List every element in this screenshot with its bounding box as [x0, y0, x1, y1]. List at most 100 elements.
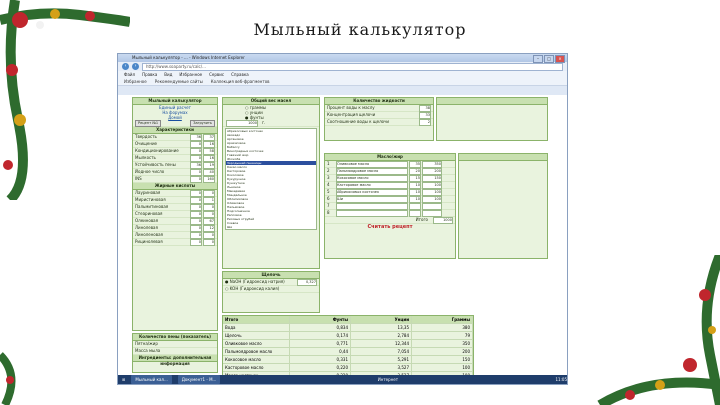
fatty-acid-row-label: Пальмитиновая: [135, 204, 169, 209]
oil-row-name[interactable]: Касторовое масло: [336, 181, 408, 189]
fatty-acid-row-value[interactable]: 0: [190, 224, 202, 232]
characteristic-row-value: 16: [203, 154, 215, 162]
oil-row-percent[interactable]: 15: [409, 174, 421, 182]
fatty-acid-row-value[interactable]: 0: [190, 217, 202, 225]
oil-row-percent[interactable]: [409, 209, 421, 217]
results-row: Оливковое масло 0,771 12,344 350: [223, 340, 473, 348]
water-row-value[interactable]: 2: [419, 118, 431, 126]
oil-row-percent[interactable]: 10: [409, 181, 421, 189]
calculate-recipe-link[interactable]: Считать рецепт: [325, 224, 455, 230]
task-document[interactable]: Документ1 - М...: [177, 375, 221, 384]
oil-row-name[interactable]: Ши: [336, 195, 408, 203]
results-cell: 150: [412, 356, 473, 363]
fatty-acid-row-value[interactable]: 0: [190, 203, 202, 211]
oil-row-name[interactable]: Кокосовое масло: [336, 174, 408, 182]
oil-row-percent[interactable]: 10: [409, 188, 421, 196]
water-row: Концентрация щелочи 33: [325, 111, 433, 119]
oil-row-grams: [422, 202, 442, 210]
bookmark-favorites[interactable]: Избранное: [124, 78, 147, 85]
lye-koh-row[interactable]: ○ KOH (Гидроксид калия): [223, 286, 319, 293]
internet-zone-label: Интернет: [377, 377, 399, 382]
characteristic-row-value[interactable]: 36: [190, 161, 202, 169]
menu-item-tools[interactable]: Сервис: [209, 71, 224, 78]
lye-panel: Щелочь ● NaOH (Гидроксид натрия) 0,327 ○ …: [222, 271, 320, 313]
oil-list-item[interactable]: Ши: [226, 225, 316, 229]
results-row: Пальмоядровое масло 0,44 7,054 200: [223, 348, 473, 356]
start-button[interactable]: ⊞: [122, 375, 125, 384]
christmas-garland-left-decoration: [0, 0, 130, 200]
characteristic-row-value[interactable]: 36: [190, 133, 202, 141]
fatty-acid-row-value[interactable]: 0: [190, 210, 202, 218]
foam-title: Количество пены (показатель): [133, 334, 217, 341]
menu-item-help[interactable]: Справка: [231, 71, 249, 78]
results-row: Кокосовое масло 0,331 5,291 150: [223, 356, 473, 364]
fatty-acid-row-value[interactable]: 0: [190, 238, 202, 246]
fatty-acid-row-value[interactable]: 0: [190, 196, 202, 204]
characteristic-row-value[interactable]: 0: [190, 154, 202, 162]
bookmark-suggested[interactable]: Рекомендуемые сайты: [155, 78, 203, 85]
oil-row-name[interactable]: [336, 209, 408, 217]
back-icon[interactable]: ‹: [122, 63, 129, 70]
water-row-value[interactable]: 33: [419, 111, 431, 119]
bookmark-webslices[interactable]: Коллекция веб-фрагментов: [211, 78, 270, 85]
water-row-label: Концентрация щелочи: [327, 112, 376, 117]
oil-selection-list[interactable]: Абрикосовых косточек Авокадо Аргановое Арах…: [225, 128, 317, 230]
characteristic-row-value[interactable]: 0: [190, 140, 202, 148]
oil-row-name[interactable]: Абрикосовых косточек: [336, 188, 408, 196]
fatty-acid-row-value[interactable]: 0: [190, 231, 202, 239]
address-bar-row: ‹ › http://www.soaparty.ru/calc/...: [118, 62, 567, 71]
lye-naoh-row[interactable]: ● NaOH (Гидроксид натрия) 0,327: [223, 278, 319, 286]
results-cell: Пальмоядровое масло: [223, 348, 290, 355]
characteristic-row-value[interactable]: 0: [190, 168, 202, 176]
fatty-acid-row-label: Лауриновая: [135, 190, 161, 195]
oil-row-grams: 100: [422, 181, 442, 189]
results-row: Касторовое масло 0,220 3,527 100: [223, 364, 473, 372]
menu-item-view[interactable]: Вид: [164, 71, 172, 78]
menu-item-edit[interactable]: Правка: [142, 71, 157, 78]
load-button[interactable]: Загрузить: [190, 119, 215, 127]
task-browser[interactable]: Мыльный кал...: [131, 375, 172, 384]
bottom-left-panel: Количество пены (показатель) Пятна/жир М…: [132, 333, 218, 373]
menu-item-file[interactable]: Файл: [124, 71, 135, 78]
fatty-acid-row-value: 0: [203, 210, 215, 218]
close-button[interactable]: ×: [555, 55, 565, 63]
oil-row-name[interactable]: Пальмоядровое масло: [336, 167, 408, 175]
menu-item-favorites[interactable]: Избранное: [179, 71, 202, 78]
water-row-value[interactable]: 38: [419, 104, 431, 112]
left-panel: Мыльный калькулятор Единый расчет На фор…: [132, 97, 218, 331]
oil-row-name[interactable]: Оливковое масло: [336, 160, 408, 168]
characteristic-row-value: 37: [203, 133, 215, 141]
oil-row-grams: 350: [422, 160, 442, 168]
forward-icon[interactable]: ›: [132, 63, 139, 70]
total-oil-weight-title: Общий вес масел: [223, 98, 319, 105]
oil-row-grams: [422, 209, 442, 217]
oil-row-grams: 100: [422, 188, 442, 196]
water-title: Количество жидкости: [325, 98, 433, 105]
oil-row-percent[interactable]: [409, 202, 421, 210]
oil-row-grams: 200: [422, 167, 442, 175]
fatty-acid-row-label: Миристиновая: [135, 197, 166, 202]
results-cell: 79: [412, 332, 473, 339]
recipe-select-row: Рецепт №1 Загрузить: [133, 119, 217, 127]
weight-input[interactable]: 1000: [226, 119, 258, 127]
characteristic-row-label: Твердость: [135, 134, 157, 139]
characteristic-row-value[interactable]: 0: [190, 175, 202, 183]
oil-row-percent[interactable]: 35: [409, 160, 421, 168]
results-row: Щелочь 0,174 2,784 79: [223, 332, 473, 340]
address-input[interactable]: http://www.soaparty.ru/calc/...: [142, 62, 563, 71]
results-cell: Оливковое масло: [223, 340, 290, 347]
ingredients-title: Ингредиенты: дополнительная информация: [133, 355, 217, 366]
results-cell: 3,527: [351, 364, 412, 371]
oil-row-name[interactable]: [336, 202, 408, 210]
minimize-button[interactable]: –: [533, 55, 543, 63]
results-row: Вода 0,834 13,35 380: [223, 324, 473, 332]
oil-row-percent[interactable]: 10: [409, 195, 421, 203]
characteristic-row-label: Устойчивость пены: [135, 162, 176, 167]
oil-row-percent[interactable]: 20: [409, 167, 421, 175]
fatty-acid-row-label: Линоленовая: [135, 232, 163, 237]
recipe-select[interactable]: Рецепт №1: [135, 119, 162, 127]
characteristic-row-value[interactable]: 0: [190, 147, 202, 155]
characteristic-row-label: Очищение: [135, 141, 158, 146]
fatty-acid-row-value[interactable]: 0: [190, 189, 202, 197]
maximize-button[interactable]: □: [544, 55, 554, 63]
